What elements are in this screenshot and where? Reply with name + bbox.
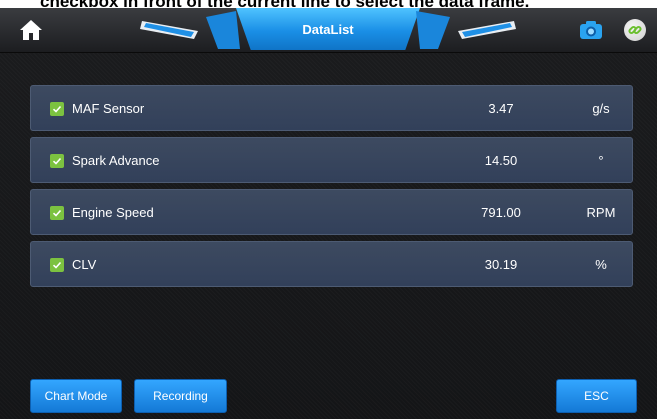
row-name: Engine Speed xyxy=(72,205,154,220)
row-checkbox[interactable] xyxy=(50,154,64,168)
camera-icon xyxy=(580,21,602,39)
home-icon xyxy=(20,20,42,40)
data-list: MAF Sensor 3.47 g/s Spark Advance 14.50 … xyxy=(30,85,633,293)
title-tab: DataList xyxy=(236,8,420,50)
link-button[interactable] xyxy=(624,19,646,41)
row-unit: g/s xyxy=(592,101,610,116)
row-checkbox[interactable] xyxy=(50,258,64,272)
row-value: 791.00 xyxy=(481,205,521,220)
row-checkbox[interactable] xyxy=(50,102,64,116)
row-unit: ° xyxy=(598,153,604,168)
row-value: 3.47 xyxy=(488,101,514,116)
chart-mode-button[interactable]: Chart Mode xyxy=(30,379,122,413)
data-row[interactable]: Spark Advance 14.50 ° xyxy=(30,137,633,183)
datalist-screen: DataList MAF Sensor 3.47 g/s Spark Advan… xyxy=(0,8,657,419)
check-icon xyxy=(52,105,62,113)
row-value: 30.19 xyxy=(484,257,518,272)
top-bar: DataList xyxy=(0,8,657,53)
esc-button[interactable]: ESC xyxy=(556,379,637,413)
page-caption: checkbox in front of the current line to… xyxy=(0,0,657,8)
row-unit: RPM xyxy=(586,205,616,220)
data-row[interactable]: MAF Sensor 3.47 g/s xyxy=(30,85,633,131)
row-name: MAF Sensor xyxy=(72,101,145,116)
check-icon xyxy=(52,209,62,217)
home-button[interactable] xyxy=(18,17,44,43)
header-decoration-left xyxy=(140,11,240,49)
row-name: Spark Advance xyxy=(72,153,160,168)
camera-button[interactable] xyxy=(579,20,603,40)
header-decoration-right xyxy=(416,11,516,49)
check-icon xyxy=(52,157,62,165)
data-row[interactable]: Engine Speed 791.00 RPM xyxy=(30,189,633,235)
recording-button[interactable]: Recording xyxy=(134,379,227,413)
data-row[interactable]: CLV 30.19 % xyxy=(30,241,633,287)
page-title: DataList xyxy=(302,21,354,37)
row-value: 14.50 xyxy=(484,153,518,168)
link-icon xyxy=(628,25,642,35)
check-icon xyxy=(52,261,62,269)
row-unit: % xyxy=(595,257,607,272)
row-checkbox[interactable] xyxy=(50,206,64,220)
row-name: CLV xyxy=(72,257,97,272)
